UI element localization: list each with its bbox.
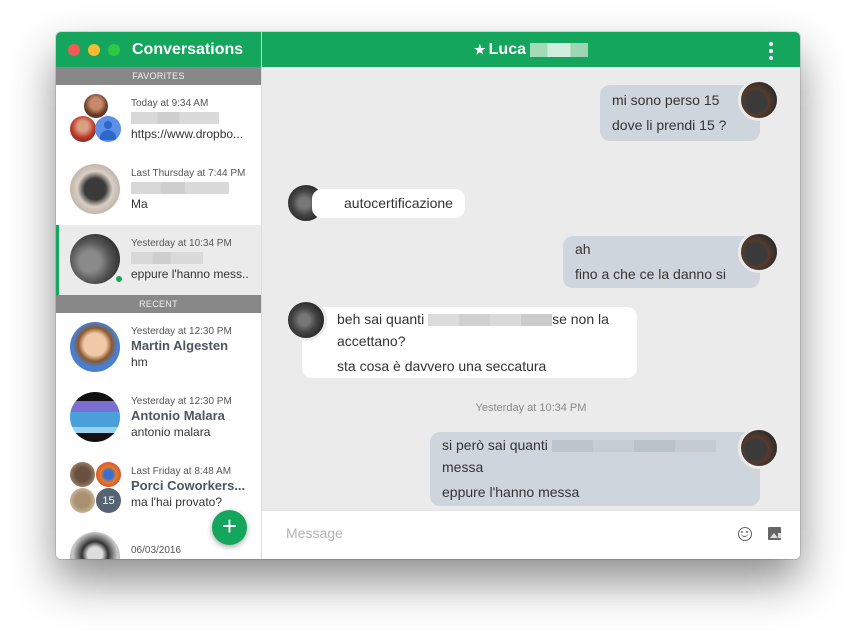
more-vertical-icon[interactable] xyxy=(769,42,775,60)
conversation-item-active[interactable]: Yesterday at 10:34 PM eppure l'hanno mes… xyxy=(56,225,261,295)
conversation-name: Martin Algesten xyxy=(131,338,229,353)
message-text: se non la xyxy=(552,311,609,327)
chat-panel: ★ Luca mi sono perso 15 dove li prendi 1… xyxy=(262,32,800,559)
window-controls xyxy=(68,43,120,56)
redacted-text xyxy=(428,314,553,327)
redacted-surname xyxy=(530,42,588,57)
conversation-preview: https://www.dropbo... xyxy=(131,127,244,141)
group-avatar xyxy=(70,94,122,146)
conversation-preview: Ma xyxy=(131,197,148,211)
redacted-name xyxy=(131,252,203,264)
message-text: si però sai quanti xyxy=(442,437,548,453)
message-input[interactable] xyxy=(286,525,706,541)
message-bubble-incoming: beh sai quanti se non la accettano? sta … xyxy=(302,307,637,378)
message-text: eppure l'hanno messa xyxy=(442,484,580,500)
conversation-preview: eppure l'hanno mess.. xyxy=(131,267,249,281)
avatar xyxy=(70,116,96,142)
conversation-time: 06/03/2016 xyxy=(131,544,182,556)
message-bubble-outgoing: mi sono perso 15 dove li prendi 15 ? xyxy=(600,85,760,141)
conversation-item[interactable]: Yesterday at 12:30 PM Martin Algesten hm xyxy=(56,313,261,383)
chat-title: ★ Luca xyxy=(474,41,588,59)
avatar xyxy=(70,322,120,372)
redacted-name xyxy=(131,112,219,124)
online-status-indicator xyxy=(114,274,124,284)
message-text: ah xyxy=(575,241,591,257)
my-avatar xyxy=(738,231,780,273)
member-count-badge: 15 xyxy=(96,488,121,513)
avatar xyxy=(70,532,120,559)
message-text: dove li prendi 15 ? xyxy=(612,117,727,133)
sidebar-title: Conversations xyxy=(132,40,244,58)
emoji-icon[interactable] xyxy=(738,527,752,541)
minimize-window-button[interactable] xyxy=(88,43,100,56)
conversation-time: Yesterday at 12:30 PM xyxy=(131,326,232,337)
contact-avatar xyxy=(285,299,327,341)
conversation-item[interactable]: Yesterday at 12:30 PM Antonio Malara ant… xyxy=(56,383,261,453)
conversation-time: Last Thursday at 7:44 PM xyxy=(131,168,246,179)
redacted-text xyxy=(551,440,716,453)
conversation-item[interactable]: Last Thursday at 7:44 PM Ma xyxy=(56,155,261,225)
message-text: fino a che ce la danno si xyxy=(575,266,726,282)
message-text: autocertificazione xyxy=(344,195,453,211)
avatar xyxy=(70,164,120,214)
conversation-time: Yesterday at 10:34 PM xyxy=(131,238,232,249)
my-avatar xyxy=(738,427,780,469)
avatar xyxy=(70,488,95,513)
section-favorites: FAVORITES xyxy=(56,67,261,85)
sidebar-header: Conversations xyxy=(56,32,261,67)
avatar xyxy=(70,392,120,442)
message-list: mi sono perso 15 dove li prendi 15 ? aut… xyxy=(262,67,800,510)
conversation-time: Yesterday at 12:30 PM xyxy=(131,396,232,407)
conversation-preview: ma l'hai provato? xyxy=(131,495,223,509)
message-bubble-incoming: autocertificazione xyxy=(312,189,465,218)
redacted-name xyxy=(131,182,229,194)
conversation-time: Last Friday at 8:48 AM xyxy=(131,466,232,477)
message-text: messa xyxy=(442,459,484,475)
sidebar: Conversations FAVORITES Today at 9:34 AM… xyxy=(56,32,262,559)
conversation-time: Today at 9:34 AM xyxy=(131,98,209,109)
chat-contact-name: Luca xyxy=(488,40,526,58)
avatar xyxy=(70,462,95,487)
app-window: Conversations FAVORITES Today at 9:34 AM… xyxy=(56,32,800,559)
avatar xyxy=(70,234,120,284)
image-icon[interactable] xyxy=(768,527,781,540)
message-text: sta cosa è davvero una seccatura xyxy=(337,358,547,374)
avatar xyxy=(96,462,121,487)
message-text: mi sono perso 15 xyxy=(612,92,720,108)
chat-header: ★ Luca xyxy=(262,32,800,67)
message-composer xyxy=(262,510,800,559)
conversation-name: Porci Coworkers... xyxy=(131,478,246,493)
message-timestamp: Yesterday at 10:34 PM xyxy=(475,402,587,414)
my-avatar xyxy=(738,79,780,121)
message-bubble-outgoing: ah fino a che ce la danno si xyxy=(563,236,760,288)
new-conversation-button[interactable]: + xyxy=(212,510,247,545)
star-icon[interactable]: ★ xyxy=(474,42,486,58)
default-user-icon xyxy=(95,116,121,142)
conversation-preview: hm xyxy=(131,355,148,369)
conversation-preview: antonio malara xyxy=(131,425,211,439)
group-avatar: 15 xyxy=(70,462,122,514)
maximize-window-button[interactable] xyxy=(108,43,120,56)
section-recent: RECENT xyxy=(56,295,261,313)
conversation-name: Andrea Bonifacin xyxy=(131,557,239,560)
conversation-name: Antonio Malara xyxy=(131,408,225,423)
avatar xyxy=(84,94,108,118)
message-text: accettano? xyxy=(337,333,406,349)
message-text: beh sai quanti xyxy=(337,311,425,327)
conversation-item[interactable]: Today at 9:34 AM https://www.dropbo... xyxy=(56,85,261,155)
close-window-button[interactable] xyxy=(68,43,80,56)
message-bubble-outgoing: si però sai quanti messa eppure l'hanno … xyxy=(430,432,760,506)
